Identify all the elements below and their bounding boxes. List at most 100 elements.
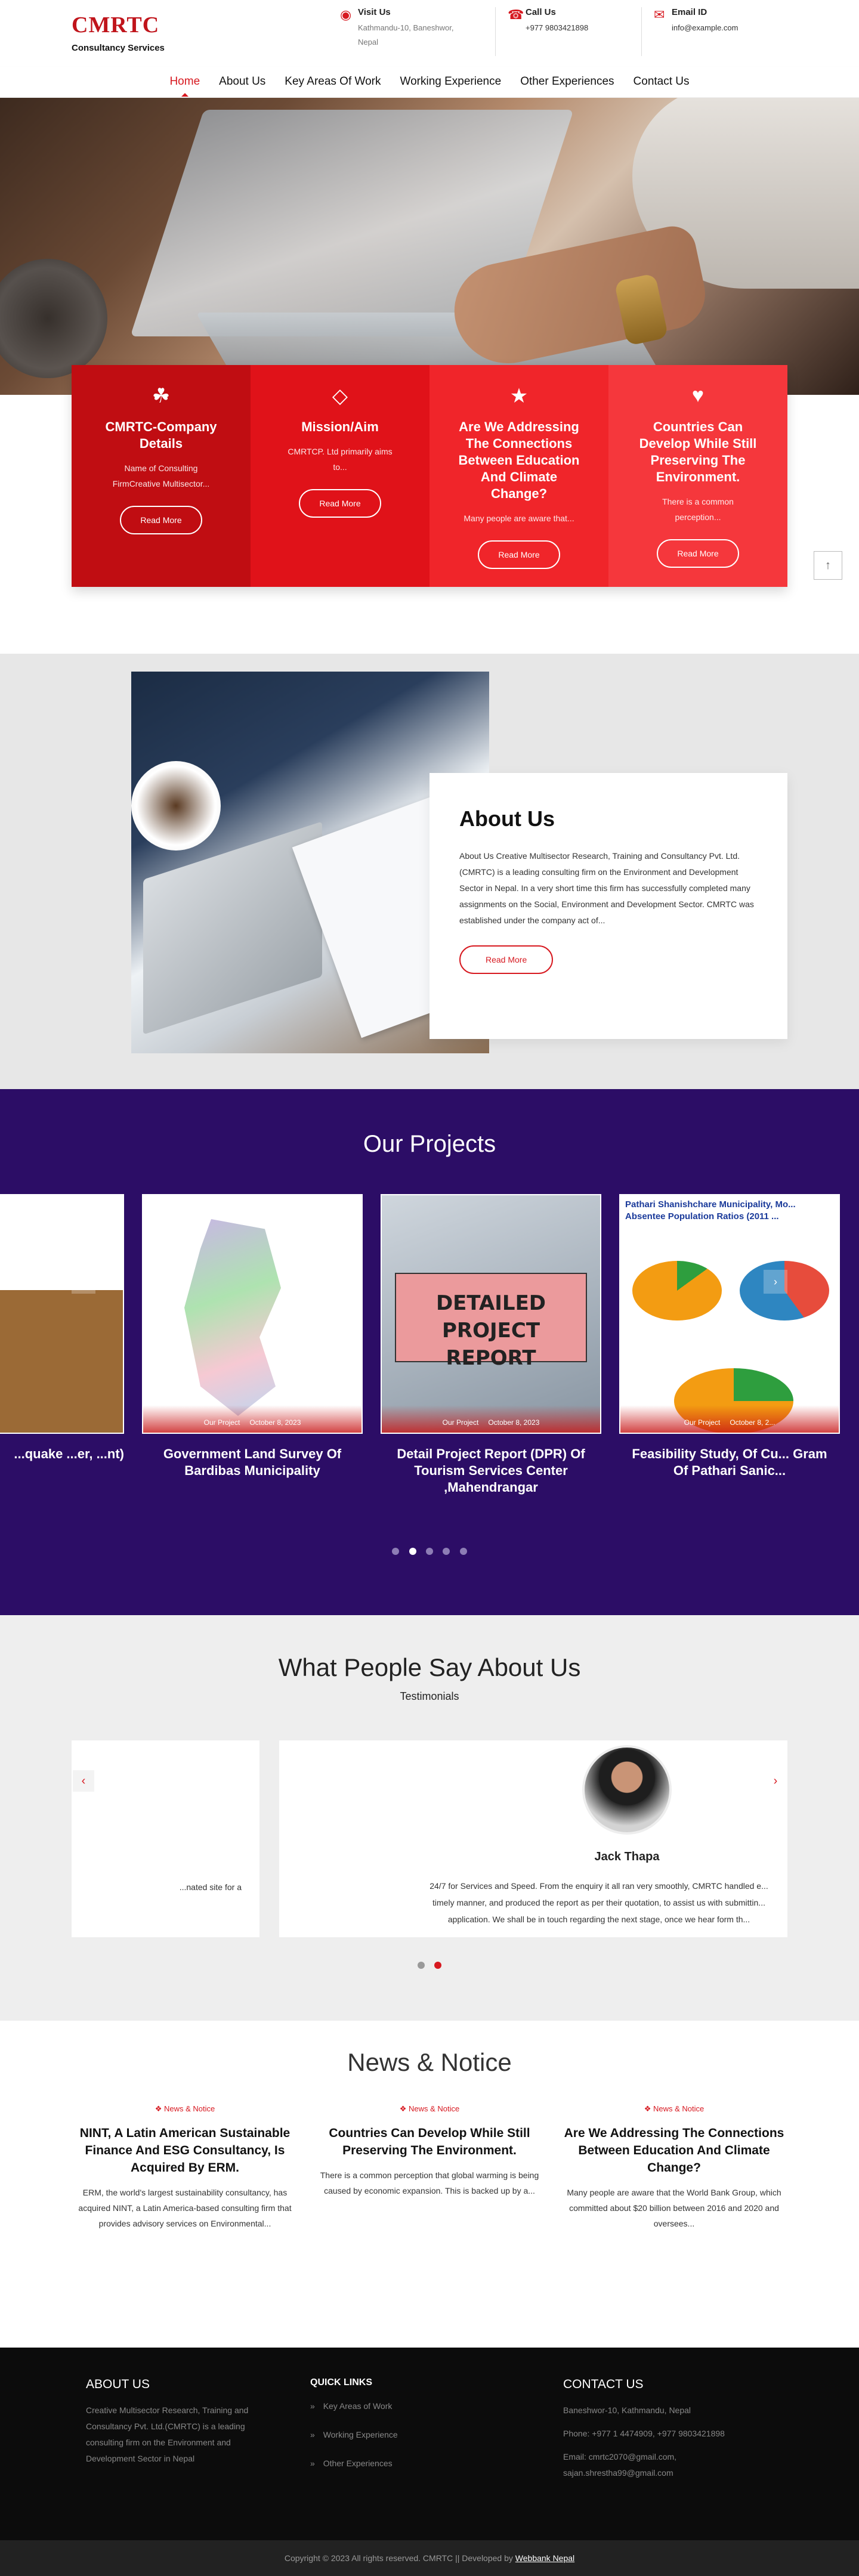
map-pin-icon: ◉: [340, 7, 352, 22]
call-number[interactable]: +977 9803421898: [526, 21, 639, 35]
project-image: Our Project October 8, 2023: [142, 1194, 363, 1434]
carousel-dot-active[interactable]: [434, 1962, 442, 1969]
testimonial-quote: ...nated site for a: [179, 1882, 242, 1892]
project-card[interactable]: Pathari Shanishchare Municipality, Mo...…: [619, 1194, 840, 1479]
service-text: Name of Consulting FirmCreative Multisec…: [112, 463, 210, 488]
footer-address: Baneshwor-10, Kathmandu, Nepal: [563, 2405, 691, 2415]
projects-next-arrow[interactable]: ›: [764, 1270, 787, 1294]
carousel-dot[interactable]: [426, 1548, 433, 1555]
project-category: Our Project: [442, 1418, 479, 1427]
tag-icon: ❖: [399, 2104, 409, 2113]
testimonial-card: ...nated site for a: [72, 1740, 259, 1937]
testimonials-prev-arrow[interactable]: ‹: [73, 1770, 94, 1792]
project-meta: Our Project October 8, 2...: [620, 1405, 839, 1433]
logo[interactable]: CMRTC Consultancy Services: [72, 12, 165, 53]
news-tag[interactable]: ❖ News & Notice: [561, 2104, 787, 2114]
services-section: ☘ CMRTC-Company Details Name of Consulti…: [0, 365, 859, 654]
news-tag[interactable]: ❖ News & Notice: [72, 2104, 298, 2114]
testimonials-title: What People Say About Us: [278, 1653, 581, 1681]
project-card[interactable]: DETAILED PROJECT REPORT Our Project Octo…: [381, 1194, 601, 1496]
project-meta: Our Project October 8, 2023: [382, 1405, 600, 1433]
news-item[interactable]: ❖ News & Notice Countries Can Develop Wh…: [316, 2104, 543, 2231]
back-to-top-button[interactable]: ↑: [814, 551, 842, 580]
footer-link-key-areas[interactable]: Key Areas of Work: [310, 2401, 465, 2411]
about-title: About Us: [459, 806, 555, 831]
testimonials-subtitle: Testimonials: [400, 1690, 459, 1702]
nav-about-us[interactable]: About Us: [219, 75, 265, 88]
developer-link[interactable]: Webbank Nepal: [515, 2553, 574, 2563]
carousel-dot[interactable]: [392, 1548, 400, 1555]
service-card: ♥ Countries Can Develop While Still Pres…: [608, 365, 787, 587]
projects-title: Our Projects: [363, 1131, 496, 1157]
read-more-button[interactable]: Read More: [299, 489, 381, 518]
testimonial-card: Jack Thapa 24/7 for Services and Speed. …: [279, 1740, 787, 1937]
project-category: Our Project: [684, 1418, 721, 1427]
about-text: About Us Creative Multisector Research, …: [459, 851, 754, 925]
copyright-bar: Copyright © 2023 All rights reserved. CM…: [0, 2540, 859, 2576]
news-tag-label: News & Notice: [164, 2104, 215, 2113]
quote-line: timely manner, and produced the report a…: [432, 1898, 765, 1907]
footer-links-title: QUICK LINKS: [310, 2377, 372, 2388]
news-headline[interactable]: Countries Can Develop While Still Preser…: [316, 2124, 543, 2159]
nav-key-areas[interactable]: Key Areas Of Work: [285, 75, 381, 88]
service-title: CMRTC-Company Details: [105, 419, 217, 451]
service-title: Are We Addressing The Connections Betwee…: [458, 419, 580, 501]
footer-about-text: Creative Multisector Research, Training …: [86, 2405, 249, 2463]
projects-carousel: ...quake ...er, ...nt) Our Project Octob…: [0, 1194, 859, 1528]
carousel-dot[interactable]: [417, 1962, 425, 1969]
visit-us-box: ◉ Visit Us Kathmandu-10, Baneshwor, Nepa…: [340, 7, 471, 50]
map-shape: [184, 1219, 281, 1416]
news-section: News & Notice ❖ News & Notice NINT, A La…: [0, 2021, 859, 2348]
news-tag[interactable]: ❖ News & Notice: [316, 2104, 543, 2114]
news-excerpt: ERM, the world's largest sustainability …: [78, 2188, 292, 2228]
footer-link-working-experience[interactable]: Working Experience: [310, 2430, 465, 2439]
hero-cup: [0, 259, 107, 378]
phone-icon: ☎: [508, 7, 524, 22]
footer-email: Email: cmrtc2070@gmail.com, sajan.shrest…: [563, 2452, 677, 2478]
footer-phone: Phone: +977 1 4474909, +977 9803421898: [563, 2429, 725, 2438]
carousel-dot[interactable]: [443, 1548, 450, 1555]
read-more-button[interactable]: Read More: [478, 540, 560, 569]
news-title: News & Notice: [347, 2048, 512, 2076]
carousel-dot-active[interactable]: [409, 1548, 416, 1555]
testimonials-section: What People Say About Us Testimonials ..…: [0, 1615, 859, 2021]
read-more-button[interactable]: Read More: [120, 506, 202, 534]
project-image: Pathari Shanishchare Municipality, Mo...…: [619, 1194, 840, 1434]
tag-icon: ❖: [155, 2104, 165, 2113]
hero-banner: [0, 98, 859, 395]
email-address[interactable]: info@example.com: [672, 21, 785, 35]
nav-other-experiences[interactable]: Other Experiences: [520, 75, 614, 88]
news-item[interactable]: ❖ News & Notice NINT, A Latin American S…: [72, 2104, 298, 2231]
nav-home[interactable]: Home: [169, 75, 200, 97]
project-title: Feasibility Study, Of Cu... Gram Of Path…: [632, 1446, 827, 1478]
projects-prev-arrow[interactable]: ‹: [72, 1270, 95, 1294]
service-card: ★ Are We Addressing The Connections Betw…: [430, 365, 608, 587]
testimonials-next-arrow[interactable]: ›: [765, 1770, 786, 1792]
service-title: Mission/Aim: [301, 419, 379, 434]
testimonials-pagination: [0, 1961, 859, 1972]
carousel-dot[interactable]: [459, 1548, 467, 1555]
project-card[interactable]: Our Project October 8, 2023 Government L…: [142, 1194, 363, 1479]
footer: ABOUT US Creative Multisector Research, …: [0, 2348, 859, 2540]
heart-icon: ♥: [691, 384, 704, 407]
news-item[interactable]: ❖ News & Notice Are We Addressing The Co…: [561, 2104, 787, 2231]
nav-contact-us[interactable]: Contact Us: [634, 75, 690, 88]
footer-link-other-experiences[interactable]: Other Experiences: [310, 2459, 465, 2468]
footer-quick-links: QUICK LINKS Key Areas of Work Working Ex…: [310, 2377, 465, 2487]
about-read-more-button[interactable]: Read More: [459, 945, 554, 974]
footer-about-title: ABOUT US: [86, 2377, 150, 2391]
projects-section: Our Projects ...quake ...er, ...nt) Our …: [0, 1089, 859, 1615]
project-date: October 8, 2...: [730, 1418, 775, 1427]
news-headline[interactable]: Are We Addressing The Connections Betwee…: [561, 2124, 787, 2176]
project-title: Detail Project Report (DPR) Of Tourism S…: [397, 1446, 585, 1495]
news-excerpt: There is a common perception that global…: [320, 2170, 539, 2195]
service-title: Countries Can Develop While Still Preser…: [639, 419, 757, 484]
nav-working-experience[interactable]: Working Experience: [400, 75, 502, 88]
read-more-button[interactable]: Read More: [657, 539, 739, 568]
tag-icon: ❖: [644, 2104, 654, 2113]
project-card[interactable]: ...quake ...er, ...nt): [0, 1194, 124, 1462]
news-headline[interactable]: NINT, A Latin American Sustainable Finan…: [72, 2124, 298, 2176]
leaf-icon: ☘: [152, 385, 171, 407]
testimonial-quote: 24/7 for Services and Speed. From the en…: [410, 1878, 787, 1928]
about-image-cup: [131, 761, 221, 851]
